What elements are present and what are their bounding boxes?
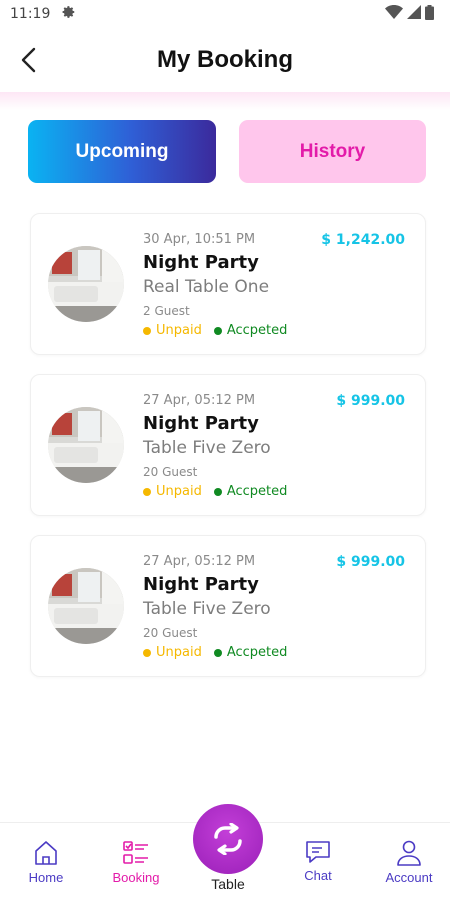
back-button[interactable] [12,44,44,76]
payment-status-label: Unpaid [156,645,202,660]
nav-item-chat[interactable]: Chat [278,839,358,883]
booking-title: Night Party [143,413,259,434]
booking-date: 30 Apr, 10:51 PM [143,232,256,247]
status-dot-icon [213,326,222,335]
booking-price: $ 1,242.00 [321,232,405,248]
nav-label-booking: Booking [112,870,160,885]
venue-thumbnail-image [48,568,124,644]
page-title: My Booking [157,46,293,73]
booking-price: $ 999.00 [336,554,405,570]
booking-status-row: Unpaid Accpeted [143,645,287,660]
payment-status-label: Unpaid [156,323,202,338]
nav-label-table: Table [211,876,245,892]
nav-item-home[interactable]: Home [6,839,86,885]
tab-upcoming[interactable]: Upcoming [28,120,216,183]
status-dot-icon [143,487,151,496]
home-icon [35,841,57,865]
settings-gear-icon [62,5,76,23]
header-divider [0,92,450,110]
account-icon [397,840,421,866]
wifi-icon [385,5,403,23]
nav-item-booking[interactable]: Booking [96,839,176,885]
status-dot-icon [143,648,151,657]
battery-icon [425,4,434,24]
payment-status-label: Unpaid [156,484,202,499]
booking-list-icon [123,841,148,864]
nav-label-chat: Chat [304,868,332,883]
booking-date: 27 Apr, 05:12 PM [143,554,256,569]
payment-status-badge: Unpaid [143,645,202,660]
booking-price: $ 999.00 [336,393,405,409]
booking-status-row: Unpaid Accpeted [143,323,287,338]
status-dot-icon [213,648,222,657]
booking-status-label: Accpeted [226,323,288,338]
booking-card[interactable]: 30 Apr, 10:51 PM $ 1,242.00 Night Party … [30,213,426,355]
booking-title: Night Party [143,252,259,273]
app-header: My Booking [0,28,450,92]
signal-icon [407,5,421,23]
nav-label-home: Home [28,870,64,885]
booking-table-name: Real Table One [143,277,270,297]
status-time: 11:19 [10,6,51,22]
booking-date: 27 Apr, 05:12 PM [143,393,256,408]
booking-status-row: Unpaid Accpeted [143,484,287,499]
venue-thumbnail-image [48,407,124,483]
booking-status-label: Accpeted [226,645,288,660]
venue-thumbnail-image [48,246,124,322]
status-dot-icon [213,487,222,496]
booking-guests: 20 Guest [143,626,198,640]
booking-card[interactable]: 27 Apr, 05:12 PM $ 999.00 Night Party Ta… [30,374,426,516]
nav-item-account[interactable]: Account [369,839,449,885]
booking-card[interactable]: 27 Apr, 05:12 PM $ 999.00 Night Party Ta… [30,535,426,677]
back-arrow-icon [21,47,36,73]
nav-table-button[interactable] [193,804,263,874]
payment-status-badge: Unpaid [143,323,202,338]
table-swap-icon [214,823,242,855]
status-bar: 11:19 [0,0,450,28]
booking-status-badge: Accpeted [213,484,288,499]
booking-title: Night Party [143,574,259,595]
tab-history[interactable]: History [239,120,426,183]
payment-status-badge: Unpaid [143,484,202,499]
booking-status-badge: Accpeted [213,645,288,660]
chat-icon [306,841,330,863]
booking-guests: 2 Guest [143,304,190,318]
booking-table-name: Table Five Zero [143,438,271,458]
booking-table-name: Table Five Zero [143,599,271,619]
status-dot-icon [143,326,151,335]
booking-status-label: Accpeted [226,484,288,499]
nav-label-account: Account [385,870,433,885]
booking-guests: 20 Guest [143,465,198,479]
booking-status-badge: Accpeted [213,323,288,338]
